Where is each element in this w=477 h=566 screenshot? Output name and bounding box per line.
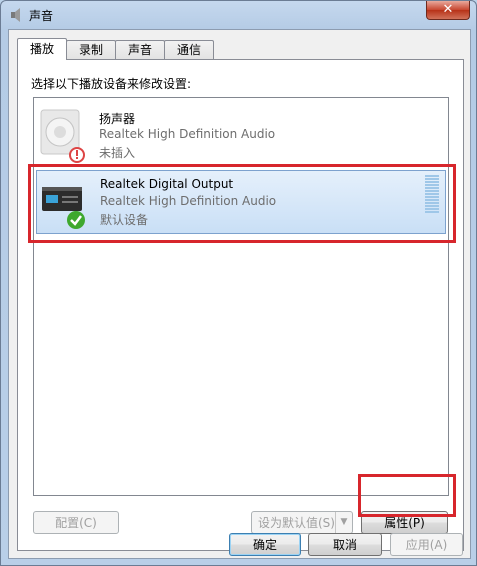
speaker-icon <box>11 8 20 22</box>
speaker-icon <box>40 109 85 163</box>
tab-communications[interactable]: 通信 <box>164 40 214 59</box>
close-button[interactable]: ✕ <box>426 1 470 20</box>
device-status: 未插入 <box>99 146 136 160</box>
instruction-text: 选择以下播放设备来修改设置: <box>31 77 192 91</box>
volume-level-meter <box>425 175 439 215</box>
device-item-digital-output[interactable]: Realtek Digital Output Realtek High Defi… <box>36 170 446 234</box>
ok-button[interactable]: 确定 <box>229 533 301 556</box>
device-description: Realtek High Definition Audio <box>99 127 276 141</box>
tab-playback[interactable]: 播放 <box>17 38 67 60</box>
device-name: 扬声器 <box>99 112 136 126</box>
digital-output-icon <box>42 187 85 229</box>
set-default-label: 设为默认值(S) <box>258 516 335 530</box>
title-bar[interactable]: 声音 ✕ <box>1 1 476 29</box>
properties-button[interactable]: 属性(P) <box>361 511 448 534</box>
apply-button[interactable]: 应用(A) <box>390 533 463 556</box>
playback-tab-panel: 选择以下播放设备来修改设置: 扬声器 Realtek High Definiti… <box>17 59 464 551</box>
window-title: 声音 <box>29 9 54 23</box>
tab-recording[interactable]: 录制 <box>66 40 116 59</box>
device-name: Realtek Digital Output <box>100 177 234 191</box>
device-description: Realtek High Definition Audio <box>100 194 277 208</box>
device-item-speaker[interactable]: 扬声器 Realtek High Definition Audio 未插入 <box>36 104 444 166</box>
tab-sounds[interactable]: 声音 <box>115 40 165 59</box>
device-list[interactable]: 扬声器 Realtek High Definition Audio 未插入 Re… <box>33 97 449 496</box>
cancel-button[interactable]: 取消 <box>308 533 382 556</box>
configure-button[interactable]: 配置(C) <box>33 511 119 534</box>
dialog-client-area: 播放 录制 声音 通信 选择以下播放设备来修改设置: 扬声器 Realtek H… <box>8 29 471 559</box>
chevron-down-icon[interactable]: ▼ <box>335 512 352 533</box>
close-icon: ✕ <box>442 2 454 17</box>
sound-dialog: 声音 ✕ 播放 录制 声音 通信 选择以下播放设备来修改设置: 扬声器 Real… <box>0 0 477 566</box>
set-default-button[interactable]: 设为默认值(S) ▼ <box>251 511 353 534</box>
device-status: 默认设备 <box>100 213 149 227</box>
